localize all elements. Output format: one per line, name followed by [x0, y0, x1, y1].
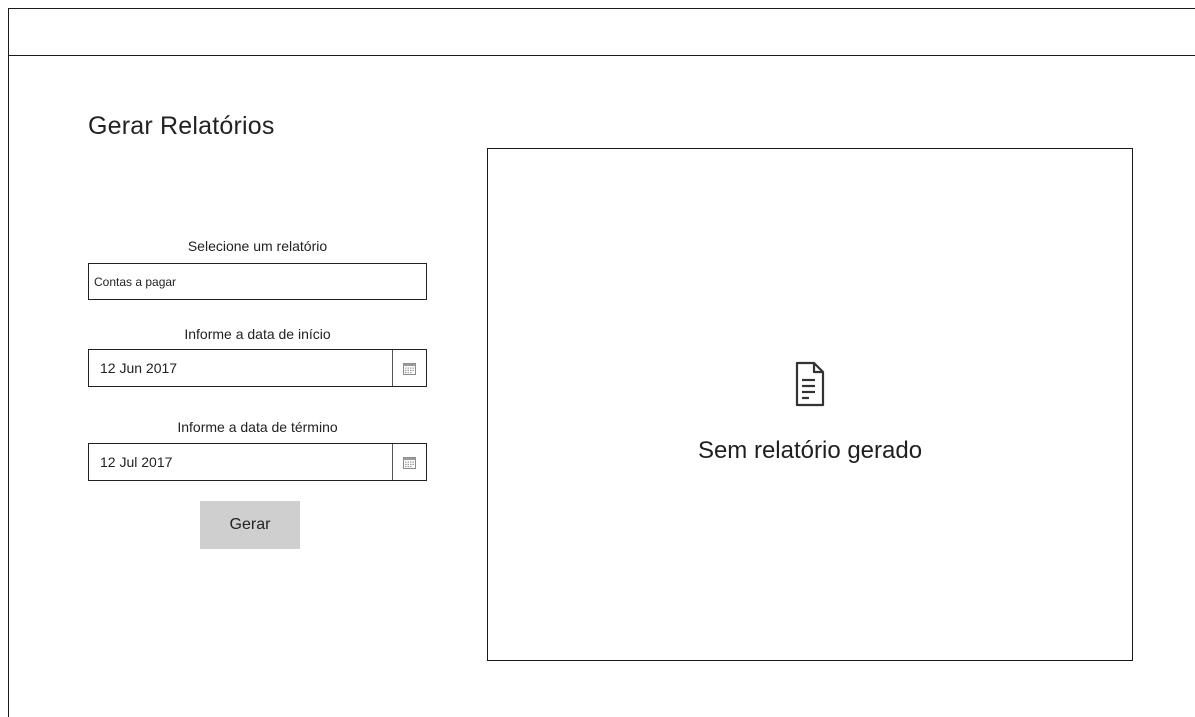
end-date-input[interactable]: 12 Jul 2017	[89, 444, 392, 480]
document-icon	[795, 361, 825, 407]
report-select[interactable]: Contas a pagar	[88, 263, 427, 300]
top-header-bar	[9, 9, 1195, 56]
report-select-label: Selecione um relatório	[187, 238, 328, 254]
end-date-label: Informe a data de término	[177, 419, 338, 435]
page-title: Gerar Relatórios	[88, 112, 275, 140]
report-select-value: Contas a pagar	[94, 274, 177, 289]
report-panel: Sem relatório gerado	[487, 148, 1133, 661]
calendar-icon	[403, 362, 416, 375]
calendar-icon	[403, 456, 416, 469]
end-date-picker-button[interactable]	[392, 444, 426, 480]
start-date-picker-button[interactable]	[392, 350, 426, 386]
empty-report-message: Sem relatório gerado	[697, 437, 923, 464]
end-date-field[interactable]: 12 Jul 2017	[88, 443, 427, 481]
generate-button[interactable]: Gerar	[200, 501, 300, 549]
start-date-field[interactable]: 12 Jun 2017	[88, 349, 427, 387]
start-date-input[interactable]: 12 Jun 2017	[89, 350, 392, 386]
start-date-label: Informe a data de início	[184, 326, 331, 342]
